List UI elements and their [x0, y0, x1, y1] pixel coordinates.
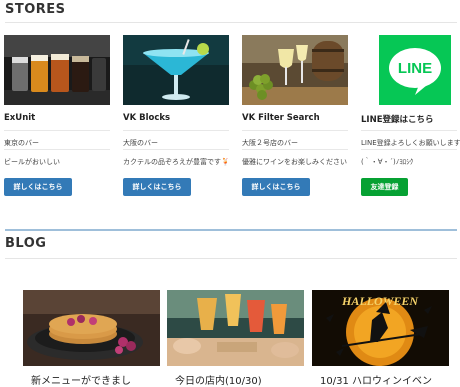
store-divider: [242, 149, 348, 150]
store-divider: [4, 149, 110, 150]
store-divider: [4, 130, 110, 131]
store-details-button[interactable]: 詳しくはこちら: [123, 178, 191, 196]
store-location: LINE登録よろしくお願いします: [361, 139, 460, 147]
store-description: 優雅にワインをお楽しみください: [242, 158, 347, 166]
blog-title-divider: [5, 258, 457, 259]
store-location: 東京のバー: [4, 139, 39, 147]
store-title[interactable]: ExUnit: [4, 113, 35, 123]
blog-section-rule: [5, 229, 457, 231]
store-title[interactable]: VK Blocks: [123, 113, 170, 123]
cocktail-toast-image[interactable]: [167, 290, 304, 366]
store-description: (｀・∀・´)ﾉﾖﾛｼｸ: [361, 158, 414, 166]
stores-title-divider: [5, 22, 457, 23]
store-description: カクテルの品ぞろえが豊富です🍹: [123, 158, 230, 166]
store-title[interactable]: VK Filter Search: [242, 113, 320, 123]
store-details-button[interactable]: 詳しくはこちら: [242, 178, 310, 196]
blue-cocktail-image[interactable]: [123, 35, 229, 105]
store-details-button[interactable]: 詳しくはこちら: [4, 178, 72, 196]
halloween-witch-image[interactable]: HALLOWEEN: [312, 290, 449, 366]
wine-and-grapes-image[interactable]: [242, 35, 348, 105]
store-location: 大阪のバー: [123, 139, 158, 147]
store-divider: [361, 130, 457, 131]
line-logo-text: LINE: [398, 60, 432, 77]
store-title[interactable]: LINE登録はこちら: [361, 113, 434, 125]
blog-section-title: BLOG: [5, 236, 47, 251]
store-divider: [123, 149, 229, 150]
line-logo-image[interactable]: LINE: [379, 35, 451, 105]
beer-glasses-image[interactable]: [4, 35, 110, 105]
store-divider: [242, 130, 348, 131]
store-divider: [123, 130, 229, 131]
store-divider: [361, 149, 457, 150]
store-location: 大阪２号店のバー: [242, 139, 298, 147]
add-friend-button[interactable]: 友達登録: [361, 178, 408, 196]
halloween-text: HALLOWEEN: [341, 294, 419, 308]
stores-section-title: STORES: [5, 2, 66, 17]
store-description: ビールがおいしい: [4, 158, 60, 166]
pancakes-image[interactable]: [23, 290, 160, 366]
